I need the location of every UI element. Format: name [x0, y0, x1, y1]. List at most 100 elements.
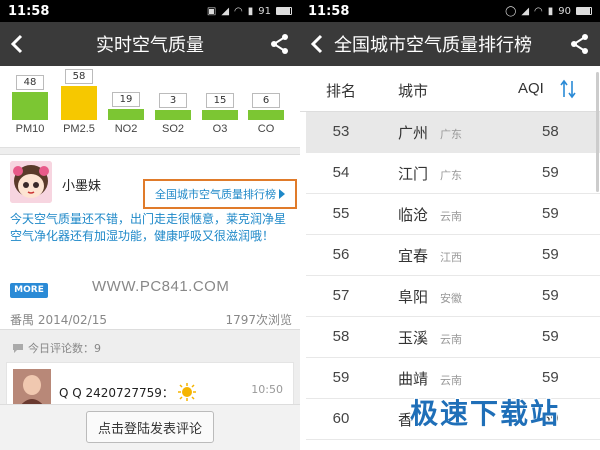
pollutant-value: 19: [112, 92, 140, 107]
pollutant-bar-o3: 15 O3: [202, 66, 238, 148]
message-icon: ◯: [505, 5, 517, 17]
city-cell: 临沧: [398, 206, 429, 224]
province-cell: 云南: [440, 374, 462, 387]
user-photo-icon: [13, 369, 51, 407]
province-cell: 广东: [440, 128, 462, 141]
status-bar: 11:58 ▣ ◢ ◠ ▮ 91: [0, 0, 300, 22]
pollutant-label: SO2: [161, 123, 184, 135]
back-button[interactable]: [0, 34, 34, 54]
battery-percent: 91: [258, 5, 271, 17]
post-card: 小墨妹 全国城市空气质量排行榜 今天空气质量还不错，出门走走很惬意，莱克润净星空…: [0, 154, 300, 330]
post-username: 小墨妹: [62, 179, 102, 194]
page-title: 实时空气质量: [96, 35, 204, 55]
share-button[interactable]: [270, 33, 290, 59]
status-bar: 11:58 ◯ ◢ ◠ ▮ 90: [300, 0, 600, 22]
pollutant-fill: [155, 110, 191, 120]
share-button[interactable]: [570, 33, 590, 59]
rank-cell: 59: [332, 369, 350, 386]
avatar[interactable]: [10, 161, 52, 203]
rank-cell: 57: [332, 287, 350, 304]
comment-bubble-icon: [13, 343, 23, 353]
pollutant-bar-so2: 3 SO2: [155, 66, 191, 148]
province-cell: 江西: [440, 251, 462, 264]
post-location-date: 番禺 2014/02/15: [10, 313, 107, 327]
city-cell: 江门: [398, 165, 429, 183]
cartoon-girl-icon: [10, 161, 52, 203]
column-header-aqi[interactable]: AQI: [518, 80, 544, 97]
cellular-icon: ▮: [247, 5, 254, 17]
aqi-cell: 59: [542, 246, 559, 263]
chevron-left-icon: [11, 34, 23, 54]
rank-cell: 54: [332, 164, 350, 181]
pollutant-label: O3: [212, 123, 228, 135]
comments-count: 今日评论数：9: [28, 342, 101, 355]
share-icon: [271, 34, 288, 54]
pollutant-value: 48: [16, 75, 44, 90]
pollutant-fill: [248, 110, 284, 120]
city-cell: 玉溪: [398, 329, 429, 347]
ranking-screen: 11:58 ◯ ◢ ◠ ▮ 90 全国城市空气质量排行榜 排名 城市 AQI 5…: [300, 0, 600, 450]
ranking-link[interactable]: 全国城市空气质量排行榜: [143, 179, 297, 209]
city-cell: 广州: [398, 124, 429, 142]
login-comment-button[interactable]: 点击登陆发表评论: [86, 411, 214, 443]
pollutant-fill: [108, 109, 144, 120]
pollutant-label: PM10: [15, 123, 45, 135]
ranking-header: 排名 城市 AQI: [300, 66, 600, 112]
table-row[interactable]: 58 玉溪 云南 59: [306, 317, 600, 358]
sort-button[interactable]: [560, 79, 576, 103]
pollutant-bar-pm25: 58 PM2.5: [61, 66, 97, 148]
table-row[interactable]: 55 临沧 云南 59: [306, 194, 600, 235]
status-time: 11:58: [8, 3, 50, 19]
pollutant-label: NO2: [114, 123, 138, 135]
pollutant-fill: [61, 86, 97, 120]
rank-cell: 53: [332, 123, 350, 140]
back-button[interactable]: [300, 34, 334, 54]
city-cell: 宜春: [398, 247, 429, 265]
comments-header: 今日评论数：9: [12, 340, 101, 356]
wifi-icon: ◠: [234, 5, 243, 17]
province-cell: 云南: [440, 333, 462, 346]
triangle-right-icon: [279, 189, 285, 199]
more-button[interactable]: MORE: [10, 283, 48, 298]
pollutant-value: 6: [252, 93, 280, 108]
watermark: WWW.PC841.COM: [92, 278, 230, 295]
aqi-cell: 58: [542, 123, 559, 140]
signal-icon: ◢: [521, 5, 530, 17]
chevron-left-icon: [311, 34, 323, 54]
air-quality-screen: 11:58 ▣ ◢ ◠ ▮ 91 实时空气质量 48 PM10 58 PM2.5 19 N…: [0, 0, 300, 450]
comment-time: 10:50: [251, 383, 283, 396]
aqi-cell: 59: [542, 287, 559, 304]
post-text: 今天空气质量还不错，出门走走很惬意，莱克润净星空气净化器还有加湿功能，健康呼吸又…: [10, 212, 287, 243]
pollutant-value: 3: [159, 93, 187, 108]
page-title: 全国城市空气质量排行榜: [334, 35, 532, 55]
battery-percent: 90: [558, 5, 571, 17]
pollutant-label: CO: [257, 123, 275, 135]
pollutant-bar-co: 6 CO: [248, 66, 284, 148]
scrollbar[interactable]: [596, 72, 599, 192]
city-cell: 曲靖: [398, 370, 429, 388]
rank-cell: 56: [332, 246, 350, 263]
pollutant-value: 58: [65, 69, 93, 84]
pollutant-bar-pm10: 48 PM10: [12, 66, 48, 148]
pollutant-fill: [202, 110, 238, 120]
image-icon: ▣: [206, 5, 217, 17]
pollutant-value: 15: [206, 93, 234, 108]
aqi-cell: 59: [542, 328, 559, 345]
avatar[interactable]: [13, 369, 51, 407]
table-row[interactable]: 54 江门 广东 59: [306, 153, 600, 194]
signal-icon: ◢: [221, 5, 230, 17]
share-icon: [571, 34, 588, 54]
table-row[interactable]: 53 广州 广东 58: [306, 112, 600, 153]
province-cell: 安徽: [440, 292, 462, 305]
post-views: 1797次浏览: [225, 313, 292, 327]
province-cell: 云南: [440, 210, 462, 223]
sort-arrows-icon: [560, 79, 576, 99]
table-row[interactable]: 57 阜阳 安徽 59: [306, 276, 600, 317]
rank-cell: 60: [332, 410, 350, 427]
wifi-icon: ◠: [534, 5, 543, 17]
table-row[interactable]: 56 宜春 江西 59: [306, 235, 600, 276]
city-cell: 阜阳: [398, 288, 429, 306]
title-bar: 实时空气质量: [0, 22, 300, 66]
comment-username: Q Q 2420727759：: [59, 385, 174, 400]
battery-icon: [576, 7, 592, 15]
